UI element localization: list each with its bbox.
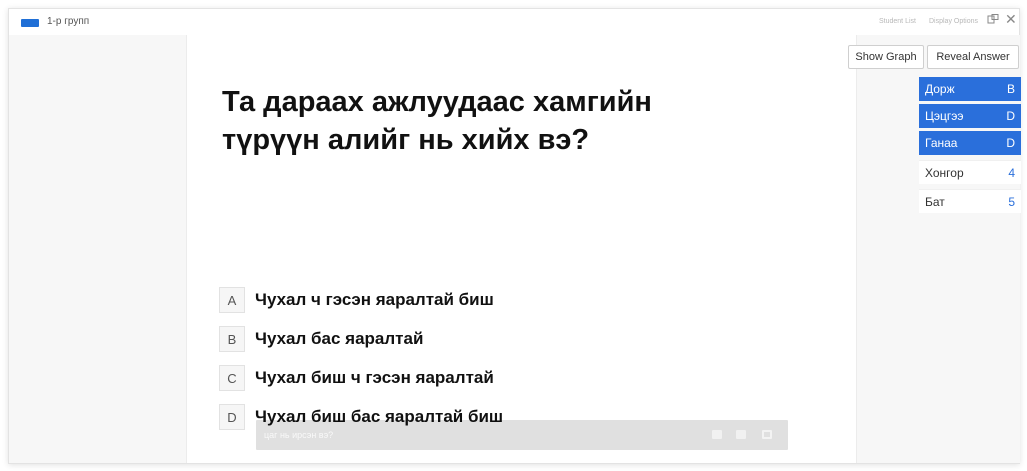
show-graph-button[interactable]: Show Graph bbox=[848, 45, 924, 69]
student-answer: 4 bbox=[1008, 165, 1015, 180]
option-text: Чухал биш ч гэсэн яаралтай bbox=[255, 368, 494, 387]
option-text: Чухал бас яаралтай bbox=[255, 329, 424, 348]
app-window: 1-р групп Student List Display Options ✕… bbox=[8, 8, 1021, 464]
top-bar: 1-р групп Student List Display Options ✕ bbox=[9, 9, 1019, 35]
reveal-answer-button[interactable]: Reveal Answer bbox=[927, 45, 1019, 69]
close-icon[interactable]: ✕ bbox=[1005, 11, 1017, 28]
student-row[interactable]: Дорж B bbox=[919, 77, 1021, 101]
student-name: Дорж bbox=[925, 82, 955, 96]
student-row[interactable]: Хонгор 4 bbox=[919, 160, 1021, 184]
question-text: Та дараах ажлуудаас хамгийн түрүүн алийг… bbox=[222, 86, 652, 156]
option-b[interactable]: B Чухал бас яаралтай bbox=[219, 326, 423, 352]
video-control-bar[interactable]: цаг нь ирсэн вэ? bbox=[256, 420, 788, 450]
option-text: Чухал ч гэсэн яаралтай биш bbox=[255, 290, 494, 309]
app-logo bbox=[21, 19, 39, 27]
option-c[interactable]: C Чухал биш ч гэсэн яаралтай bbox=[219, 365, 494, 391]
screen-icon[interactable] bbox=[712, 430, 722, 439]
student-name: Хонгор bbox=[925, 165, 964, 180]
student-name: Бат bbox=[925, 194, 945, 209]
chat-icon[interactable] bbox=[736, 430, 746, 439]
option-a[interactable]: A Чухал ч гэсэн яаралтай биш bbox=[219, 287, 494, 313]
student-answer: B bbox=[1006, 82, 1015, 96]
option-letter: D bbox=[219, 404, 245, 430]
video-title: цаг нь ирсэн вэ? bbox=[264, 430, 334, 440]
student-row[interactable]: Бат 5 bbox=[919, 189, 1021, 213]
display-options-link[interactable]: Display Options bbox=[929, 18, 978, 25]
option-letter: B bbox=[219, 326, 245, 352]
right-panel: Show Graph Reveal Answer Дорж B Цэцгээ D… bbox=[848, 35, 1021, 463]
student-name: Цэцгээ bbox=[925, 109, 964, 123]
student-answer: 5 bbox=[1008, 194, 1015, 209]
student-name: Ганаа bbox=[925, 136, 958, 150]
option-letter: A bbox=[219, 287, 245, 313]
student-row[interactable]: Ганаа D bbox=[919, 131, 1021, 155]
fullscreen-icon[interactable] bbox=[762, 430, 772, 439]
question-slide: Та дараах ажлуудаас хамгийн түрүүн алийг… bbox=[188, 35, 856, 463]
group-name: 1-р групп bbox=[47, 16, 90, 27]
option-letter: C bbox=[219, 365, 245, 391]
student-answer: D bbox=[1006, 109, 1015, 123]
student-list-link[interactable]: Student List bbox=[879, 18, 916, 25]
window-mode-icon[interactable] bbox=[987, 13, 999, 27]
student-row[interactable]: Цэцгээ D bbox=[919, 104, 1021, 128]
student-answer: D bbox=[1006, 136, 1015, 150]
left-panel bbox=[9, 35, 187, 463]
